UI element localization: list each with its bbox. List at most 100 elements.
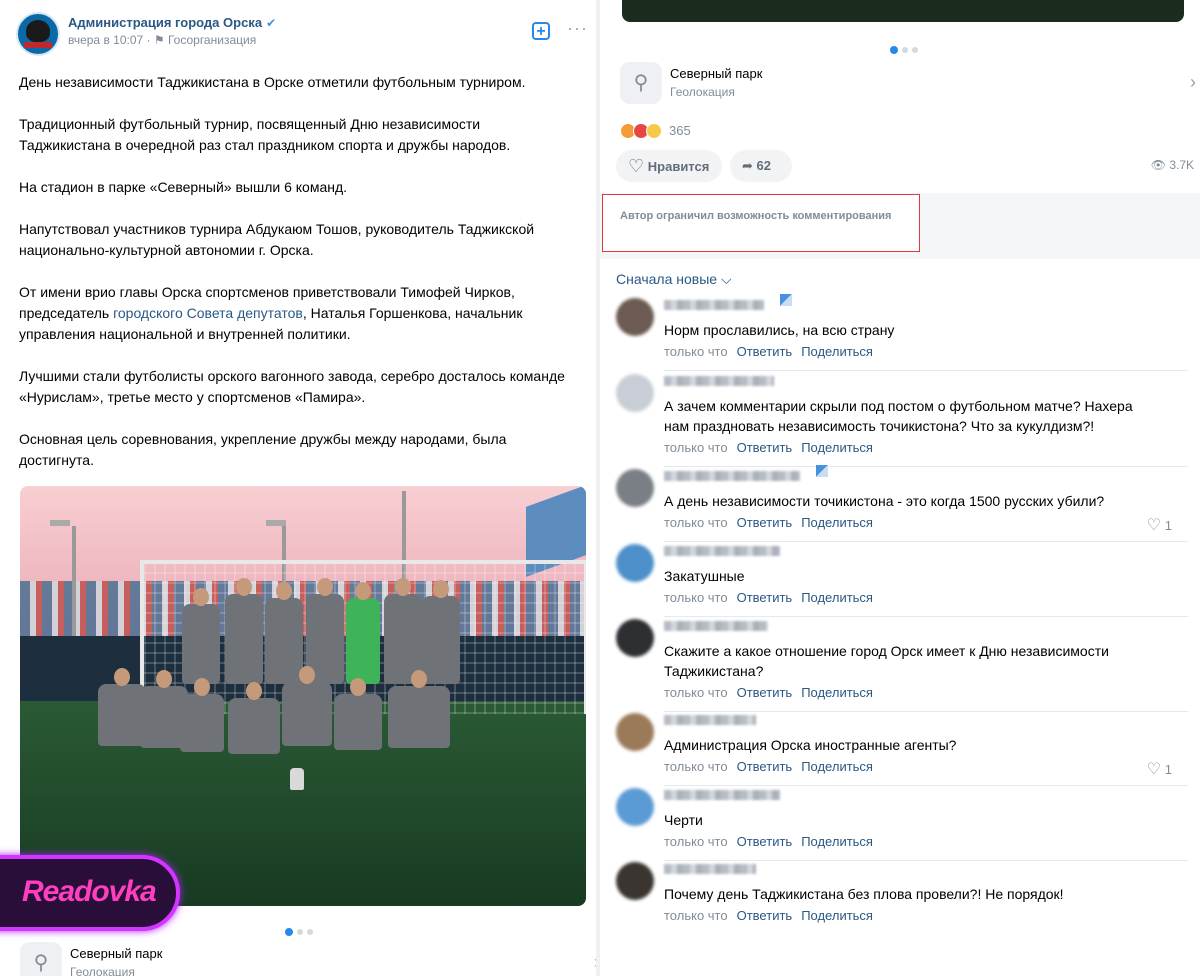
comment-author-name[interactable] (664, 864, 756, 874)
reactions-summary[interactable]: 365 (620, 122, 691, 142)
post-photo-bottom (622, 0, 1184, 22)
comment-avatar[interactable] (616, 469, 654, 507)
share-comment-button[interactable]: Поделиться (801, 908, 873, 923)
readovka-watermark: Readovka (0, 855, 180, 931)
reply-button[interactable]: Ответить (737, 344, 793, 359)
comment-footer: только что Ответить Поделиться (664, 908, 873, 923)
org-avatar[interactable] (16, 12, 60, 56)
comment-avatar[interactable] (616, 374, 654, 412)
reply-button[interactable]: Ответить (737, 685, 793, 700)
comment-time[interactable]: только что (664, 515, 728, 530)
sort-dropdown[interactable]: Сначала новые ⌵ (616, 271, 732, 288)
subscribe-plus-button[interactable]: + (532, 22, 550, 40)
comment-time[interactable]: только что (664, 590, 728, 605)
comment-avatar[interactable] (616, 298, 654, 336)
comment-footer: только что Ответить Поделиться (664, 834, 873, 849)
comment: Почему день Таджикистана без плова прове… (616, 862, 1188, 928)
post-paragraph: Лучшими стали футболисты орского вагонно… (19, 368, 565, 405)
comment-avatar[interactable] (616, 788, 654, 826)
share-button[interactable]: ➦ 62 (730, 150, 792, 182)
comment-avatar[interactable] (616, 713, 654, 751)
post-paragraph: Напутствовал участников турнира Абдукаюм… (19, 221, 535, 258)
share-comment-button[interactable]: Поделиться (801, 834, 873, 849)
comment-text: Закатушные (664, 568, 745, 584)
comment-footer: только что Ответить Поделиться (664, 759, 873, 774)
post-text: День независимости Таджикистана в Орске … (19, 72, 579, 492)
comment-separator (664, 711, 1188, 712)
comment-author-name[interactable] (664, 715, 756, 725)
comment: А день независимости точикистона - это к… (616, 465, 1188, 542)
comment-separator (664, 466, 1188, 467)
comment: А зачем комментарии скрыли под постом о … (616, 374, 1188, 467)
geo-location[interactable]: ⚲ Северный парк Геолокация › (620, 62, 1196, 106)
comment-footer: только что Ответить Поделиться (664, 440, 873, 455)
comment-footer: только что Ответить Поделиться (664, 590, 873, 605)
comment-avatar[interactable] (616, 862, 654, 900)
geo-location[interactable]: ⚲ Северный парк Геолокация › (20, 942, 600, 976)
comments-column: ⚲ Северный парк Геолокация › 365 ♡ Нрави… (600, 0, 1200, 976)
share-comment-button[interactable]: Поделиться (801, 759, 873, 774)
flag-icon: ⚑ (153, 33, 165, 47)
post-column: Администрация города Орска ✔ вчера в 10:0… (0, 0, 600, 976)
reply-button[interactable]: Ответить (737, 515, 793, 530)
comment-text: А зачем комментарии скрыли под постом о … (664, 398, 1133, 434)
comment-time[interactable]: только что (664, 759, 728, 774)
post-paragraph: На стадион в парке «Северный» вышли 6 ко… (19, 179, 348, 195)
reply-button[interactable]: Ответить (737, 759, 793, 774)
reply-button[interactable]: Ответить (737, 440, 793, 455)
share-comment-button[interactable]: Поделиться (801, 590, 873, 605)
comment-avatar[interactable] (616, 544, 654, 582)
heart-icon: ♡ (1146, 517, 1162, 534)
reply-button[interactable]: Ответить (737, 908, 793, 923)
org-name-link[interactable]: Администрация города Орска ✔ (68, 15, 276, 30)
comment-author-name[interactable] (664, 790, 780, 800)
comment-separator (664, 541, 1188, 542)
comment-author-name[interactable] (664, 546, 780, 556)
views-count: 👁 3.7K (1150, 158, 1194, 172)
comment-separator (664, 785, 1188, 786)
comment-text: А день независимости точикистона - это к… (664, 493, 1105, 509)
council-link[interactable]: городского Совета депутатов (113, 305, 303, 321)
verified-icon: ✔ (266, 16, 277, 30)
like-button[interactable]: ♡ Нравится (616, 150, 722, 182)
comment-time[interactable]: только что (664, 834, 728, 849)
comment-time[interactable]: только что (664, 440, 728, 455)
post-time[interactable]: вчера в 10:07 (68, 33, 143, 47)
share-comment-button[interactable]: Поделиться (801, 685, 873, 700)
post-header: Администрация города Орска ✔ вчера в 10:0… (16, 12, 588, 56)
comment-like-button[interactable]: ♡ 1 (1147, 515, 1172, 535)
comment-time[interactable]: только что (664, 685, 728, 700)
post-paragraph: День независимости Таджикистана в Орске … (19, 74, 526, 90)
geo-name: Северный парк (670, 66, 763, 81)
comment-footer: только что Ответить Поделиться (664, 515, 873, 530)
comment-author-name[interactable] (664, 376, 774, 386)
comment: Черти только что Ответить Поделиться (616, 788, 1188, 861)
carousel-dots[interactable] (285, 922, 317, 936)
comment: Администрация Орска иностранные агенты? т… (616, 713, 1188, 786)
comment-footer: только что Ответить Поделиться (664, 344, 873, 359)
share-icon: ➦ (742, 158, 753, 173)
comment-author-name[interactable] (664, 471, 800, 481)
reply-button[interactable]: Ответить (737, 590, 793, 605)
share-comment-button[interactable]: Поделиться (801, 440, 873, 455)
share-comment-button[interactable]: Поделиться (801, 344, 873, 359)
share-comment-button[interactable]: Поделиться (801, 515, 873, 530)
comment-time[interactable]: только что (664, 908, 728, 923)
comment-avatar[interactable] (616, 619, 654, 657)
comment-text: Администрация Орска иностранные агенты? (664, 737, 957, 753)
post-paragraph: Основная цель соревнования, укрепление д… (19, 431, 507, 468)
comment-author-name[interactable] (664, 621, 768, 631)
heart-icon: ♡ (1146, 761, 1162, 778)
more-options-icon[interactable]: ··· (567, 18, 588, 39)
comment-like-button[interactable]: ♡ 1 (1147, 759, 1172, 779)
comment-author-name[interactable] (664, 300, 764, 310)
carousel-dots[interactable] (890, 40, 922, 54)
post-paragraph: От имени врио главы Орска спортсменов пр… (19, 284, 523, 342)
post-meta: вчера в 10:07 · ⚑ Госорганизация (68, 33, 257, 47)
reply-button[interactable]: Ответить (737, 834, 793, 849)
post-photo[interactable] (20, 486, 586, 906)
author-badge-icon (780, 294, 792, 306)
comment-separator (664, 860, 1188, 861)
comment-text: Почему день Таджикистана без плова прове… (664, 886, 1064, 902)
comment-time[interactable]: только что (664, 344, 728, 359)
